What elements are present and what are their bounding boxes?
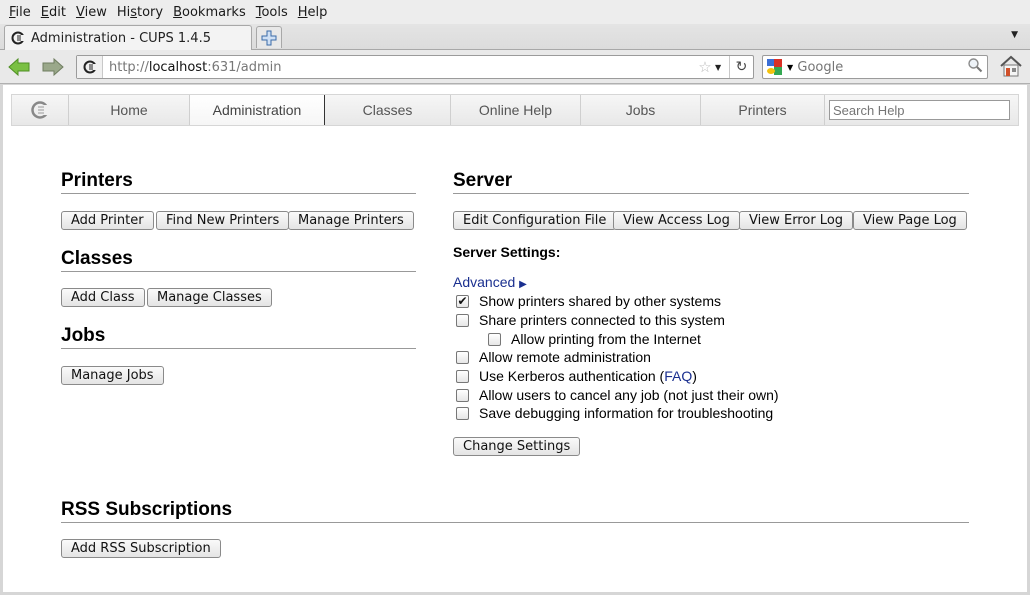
add-printer-button[interactable]: Add Printer <box>61 211 154 230</box>
tab-title: Administration - CUPS 1.4.5 <box>31 30 211 46</box>
classes-heading: Classes <box>61 248 416 272</box>
nav-tab-home[interactable]: Home <box>69 95 190 125</box>
advanced-toggle-link[interactable]: Advanced ▶ <box>453 274 527 290</box>
search-engine-selector[interactable]: ▼ <box>763 58 795 76</box>
menu-bar: File Edit View History Bookmarks Tools H… <box>0 0 1030 24</box>
google-icon <box>767 59 782 75</box>
menu-edit[interactable]: Edit <box>36 5 71 20</box>
checkbox[interactable] <box>456 350 469 364</box>
option-debug-logging[interactable]: Save debugging information for troublesh… <box>456 405 773 421</box>
server-heading: Server <box>453 170 969 194</box>
site-identity-button[interactable] <box>77 56 103 78</box>
add-class-button[interactable]: Add Class <box>61 288 145 307</box>
home-button[interactable] <box>998 54 1024 80</box>
manage-jobs-button[interactable]: Manage Jobs <box>61 366 164 385</box>
nav-tab-classes[interactable]: Classes <box>325 95 451 125</box>
reload-button[interactable]: ↻ <box>729 56 753 78</box>
url-text[interactable]: http://localhost:631/admin <box>103 60 695 75</box>
home-icon <box>1000 55 1022 77</box>
nav-tab-jobs[interactable]: Jobs <box>581 95 701 125</box>
navigation-toolbar: http://localhost:631/admin ☆ ▼ ↻ ▼ <box>0 50 1030 84</box>
bookmark-star-icon[interactable]: ☆ <box>695 58 715 76</box>
checkbox[interactable] <box>488 332 501 346</box>
rss-subscriptions-heading: RSS Subscriptions <box>61 499 969 523</box>
view-page-log-button[interactable]: View Page Log <box>853 211 967 230</box>
option-kerberos[interactable]: Use Kerberos authentication (FAQ) <box>456 368 697 384</box>
menu-view[interactable]: View <box>71 5 112 20</box>
new-tab-button[interactable] <box>256 26 282 48</box>
forward-arrow-icon <box>42 57 64 77</box>
web-search-input[interactable] <box>795 59 968 75</box>
back-arrow-icon <box>8 57 30 77</box>
cups-logo-icon <box>31 101 50 119</box>
nav-tab-administration[interactable]: Administration <box>190 95 325 125</box>
change-settings-button[interactable]: Change Settings <box>453 437 581 456</box>
help-search <box>825 95 1010 125</box>
page-content: Home Administration Classes Online Help … <box>3 85 1027 592</box>
cups-navigation: Home Administration Classes Online Help … <box>11 94 1019 126</box>
nav-tab-printers[interactable]: Printers <box>701 95 825 125</box>
plus-icon <box>261 30 277 45</box>
cups-logo-link[interactable] <box>12 95 69 125</box>
history-dropdown-icon[interactable]: ▼ <box>715 63 729 72</box>
view-access-log-button[interactable]: View Access Log <box>613 211 740 230</box>
engine-dropdown-icon: ▼ <box>787 62 794 72</box>
option-share-printers[interactable]: Share printers connected to this system <box>456 312 725 328</box>
menu-help[interactable]: Help <box>293 5 333 20</box>
cups-favicon-icon <box>11 31 25 45</box>
option-cancel-any-job[interactable]: Allow users to cancel any job (not just … <box>456 387 779 403</box>
faq-link[interactable]: FAQ <box>664 368 692 384</box>
nav-tab-online-help[interactable]: Online Help <box>451 95 581 125</box>
menu-bookmarks[interactable]: Bookmarks <box>168 5 251 20</box>
server-settings-title: Server Settings: <box>453 244 561 260</box>
menu-file[interactable]: File <box>4 5 36 20</box>
forward-button[interactable] <box>40 55 66 79</box>
manage-classes-button[interactable]: Manage Classes <box>147 288 272 307</box>
add-rss-subscription-button[interactable]: Add RSS Subscription <box>61 539 221 558</box>
reload-icon: ↻ <box>735 59 748 75</box>
cups-site-icon <box>83 60 97 74</box>
menu-history[interactable]: History <box>112 5 168 20</box>
option-allow-internet-printing[interactable]: Allow printing from the Internet <box>488 331 701 347</box>
option-show-shared-printers[interactable]: ✔ Show printers shared by other systems <box>456 293 721 309</box>
jobs-heading: Jobs <box>61 325 416 349</box>
expand-arrow-icon: ▶ <box>519 279 527 290</box>
menu-tools[interactable]: Tools <box>251 5 293 20</box>
tab-bar: Administration - CUPS 1.4.5 ▼ <box>0 24 1030 50</box>
tab-list-dropdown-icon[interactable]: ▼ <box>1011 30 1018 40</box>
find-new-printers-button[interactable]: Find New Printers <box>156 211 290 230</box>
view-error-log-button[interactable]: View Error Log <box>739 211 854 230</box>
checkbox[interactable] <box>456 369 469 383</box>
edit-configuration-file-button[interactable]: Edit Configuration File <box>453 211 617 230</box>
browser-tab-active[interactable]: Administration - CUPS 1.4.5 <box>4 25 252 50</box>
magnifier-icon[interactable] <box>967 57 987 77</box>
manage-printers-button[interactable]: Manage Printers <box>288 211 414 230</box>
checkbox[interactable] <box>456 388 469 402</box>
back-button[interactable] <box>6 55 32 79</box>
search-help-input[interactable] <box>829 100 1010 120</box>
checkbox[interactable] <box>456 313 469 327</box>
checkbox-checked[interactable]: ✔ <box>456 294 469 308</box>
printers-heading: Printers <box>61 170 416 194</box>
option-remote-admin[interactable]: Allow remote administration <box>456 349 651 365</box>
web-search-bar: ▼ <box>762 55 988 79</box>
checkbox[interactable] <box>456 406 469 420</box>
address-bar[interactable]: http://localhost:631/admin ☆ ▼ ↻ <box>76 55 754 79</box>
